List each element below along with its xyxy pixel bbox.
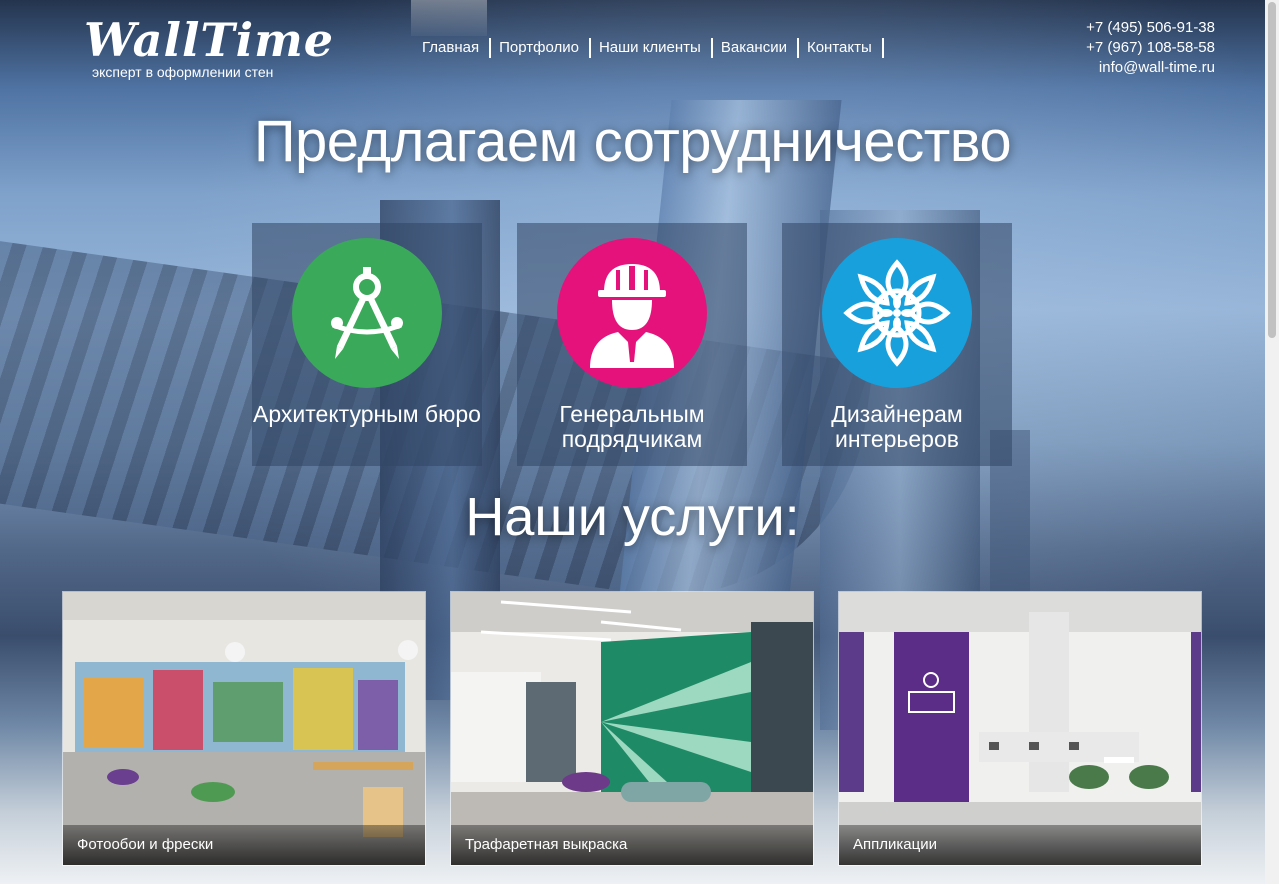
email-link[interactable]: info@wall-time.ru — [1086, 58, 1215, 78]
nav-item-portfolio[interactable]: Портфолио — [493, 38, 591, 58]
phone-1[interactable]: +7 (495) 506-91-38 — [1086, 18, 1215, 38]
service-caption: Фотообои и фрески — [63, 825, 425, 865]
compass-icon — [292, 238, 442, 388]
page-scrollbar[interactable] — [1265, 0, 1279, 884]
nav-item-home[interactable]: Главная — [416, 38, 492, 58]
nav-active-indicator — [411, 0, 487, 36]
service-stencil[interactable]: Трафаретная выкраска — [450, 591, 814, 866]
main-nav: Главная Портфолио Наши клиенты Вакансии … — [416, 38, 886, 58]
service-caption: Аппликации — [839, 825, 1201, 865]
phone-2[interactable]: +7 (967) 108-58-58 — [1086, 38, 1215, 58]
card-architects[interactable]: Архитектурным бюро — [252, 223, 482, 466]
card-label: Архитектурным бюро — [253, 401, 481, 427]
card-designers[interactable]: Дизайнерам интерьеров — [782, 223, 1012, 466]
logo-text: WallTime — [84, 13, 335, 67]
services-title: Наши услуги: — [465, 487, 800, 547]
nav-item-clients[interactable]: Наши клиенты — [593, 38, 713, 58]
contact-info: +7 (495) 506-91-38 +7 (967) 108-58-58 in… — [1086, 18, 1215, 78]
scrollbar-thumb[interactable] — [1268, 2, 1276, 338]
nav-item-vacancies[interactable]: Вакансии — [715, 38, 799, 58]
card-label: Генеральным подрядчикам — [559, 401, 705, 452]
service-caption: Трафаретная выкраска — [451, 825, 813, 865]
service-photo-wallpaper[interactable]: Фотообои и фрески — [62, 591, 426, 866]
nav-item-contacts[interactable]: Контакты — [801, 38, 884, 58]
service-applique[interactable]: Аппликации — [838, 591, 1202, 866]
offer-title: Предлагаем сотрудничество — [253, 109, 1012, 174]
card-label: Дизайнерам интерьеров — [831, 401, 963, 452]
builder-icon — [557, 238, 707, 388]
flower-icon — [822, 238, 972, 388]
card-contractors[interactable]: Генеральным подрядчикам — [517, 223, 747, 466]
logo[interactable]: WallTime эксперт в оформлении стен — [84, 14, 334, 80]
